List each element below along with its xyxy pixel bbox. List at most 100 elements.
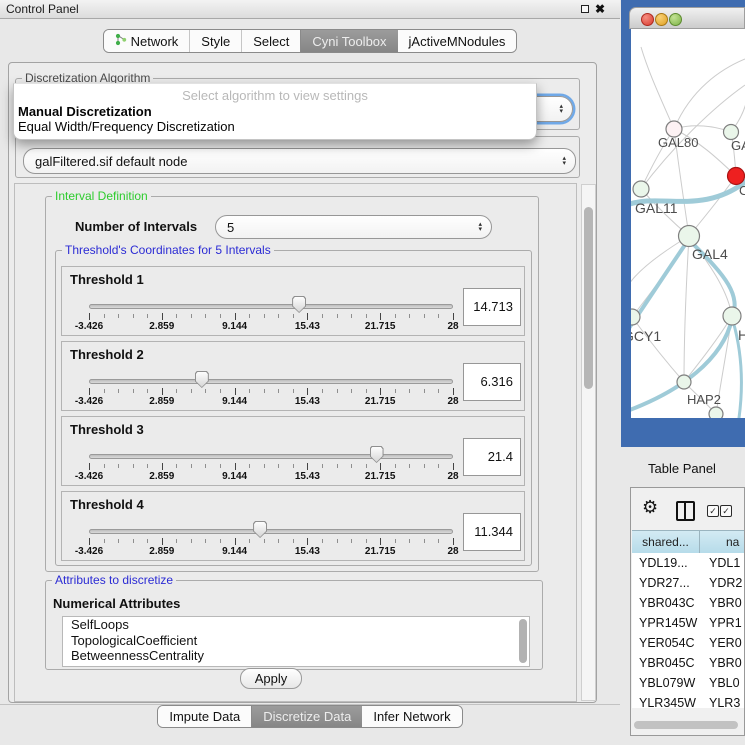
zoom-traffic-light-icon[interactable] (669, 13, 682, 26)
network-edge (631, 236, 689, 284)
slider-tick (249, 539, 250, 543)
slider-track[interactable] (89, 529, 453, 534)
network-node-hap2[interactable] (677, 375, 691, 389)
column-header-shared-name[interactable]: shared... (632, 531, 700, 554)
tab-jactivemnodules[interactable]: jActiveMNodules (398, 30, 517, 52)
table-row[interactable]: YDL19...YDL1 (632, 553, 744, 573)
threshold-slider-handle[interactable] (253, 521, 267, 538)
slider-track[interactable] (89, 454, 453, 459)
slider-tick (235, 388, 236, 395)
tab-select[interactable]: Select (241, 30, 300, 52)
table-data-group: Table Data galFiltered.sif default node … (15, 136, 580, 178)
slider-tick (89, 313, 90, 320)
numerical-attributes-label: Numerical Attributes (53, 596, 180, 611)
tab-discretize-data[interactable]: Discretize Data (251, 706, 362, 727)
slider-tick (322, 464, 323, 468)
slider-tick (424, 539, 425, 543)
cell-shared-name: YPR145W (632, 613, 700, 633)
threshold-slider-handle[interactable] (292, 296, 306, 313)
cell-shared-name: YBR043C (632, 593, 700, 613)
slider-tick (409, 539, 410, 543)
network-canvas[interactable]: GAL80GACGAL11GAL4GCY1HHAP2 (631, 29, 745, 418)
slider-tick (133, 539, 134, 543)
cell-shared-name: YDR27... (632, 573, 700, 593)
slider-tick (278, 464, 279, 468)
slider-tick (205, 464, 206, 468)
slider-track[interactable] (89, 304, 453, 309)
panel-scrollbar[interactable] (581, 184, 596, 701)
tab-network[interactable]: Network (104, 30, 190, 52)
numerical-attributes-list[interactable]: SelfLoopsTopologicalCoefficientBetweenne… (62, 616, 530, 667)
close-traffic-light-icon[interactable] (641, 13, 654, 26)
attribute-item[interactable]: TopologicalCoefficient (63, 633, 529, 649)
bottom-tab-group: Impute DataDiscretize DataInfer Network (157, 705, 462, 728)
slider-track[interactable] (89, 379, 453, 384)
threshold-slider-handle[interactable] (370, 446, 384, 463)
slider-tick (104, 464, 105, 468)
slider-tick (351, 314, 352, 318)
slider-tick (249, 314, 250, 318)
columns-icon[interactable] (676, 501, 695, 521)
list-scrollbar[interactable] (519, 619, 527, 663)
tab-label: Network (131, 34, 179, 49)
tab-cyni-toolbox[interactable]: Cyni Toolbox (300, 30, 397, 52)
slider-tick (104, 389, 105, 393)
network-window-titlebar[interactable] (629, 7, 745, 29)
slider-tick (395, 389, 396, 393)
table-row[interactable]: YDR27...YDR2 (632, 573, 744, 593)
dropdown-option-manual[interactable]: Manual Discretization (18, 104, 152, 119)
tab-impute-data[interactable]: Impute Data (158, 706, 251, 727)
network-node-c[interactable] (728, 168, 745, 185)
number-of-intervals-select[interactable]: 5 ▴▾ (215, 215, 492, 239)
slider-tick (337, 464, 338, 468)
slider-tick (264, 539, 265, 543)
threshold-value-field[interactable]: 11.344 (463, 513, 521, 551)
slider-tick (191, 314, 192, 318)
attribute-item[interactable]: SelfLoops (63, 617, 529, 633)
tab-infer-network[interactable]: Infer Network (362, 706, 461, 727)
network-node-h[interactable] (723, 307, 741, 325)
threshold-value-field[interactable]: 21.4 (463, 438, 521, 476)
checkbox-icon[interactable]: ✓ (707, 505, 719, 517)
table-data-select[interactable]: galFiltered.sif default node ▴▾ (23, 148, 576, 174)
network-node-gal11[interactable] (633, 181, 649, 197)
checkbox-icon[interactable]: ✓ (720, 505, 732, 517)
network-node[interactable] (709, 407, 723, 418)
slider-tick (409, 389, 410, 393)
table-row[interactable]: YBL079WYBL0 (632, 673, 744, 693)
threshold-value-field[interactable]: 14.713 (463, 288, 521, 326)
threshold-panel-3: Threshold 3-3.4262.8599.14415.4321.71528… (61, 416, 525, 486)
slider-tick (235, 538, 236, 545)
table-row[interactable]: YLR345WYLR3 (632, 693, 744, 708)
table-row[interactable]: YPR145WYPR1 (632, 613, 744, 633)
table-hscrollbar[interactable] (634, 721, 738, 729)
slider-tick (89, 538, 90, 545)
slider-tick (235, 313, 236, 320)
table-row[interactable]: YBR045CYBR0 (632, 653, 744, 673)
attribute-item[interactable]: BetweennessCentrality (63, 648, 529, 664)
tab-style[interactable]: Style (189, 30, 241, 52)
apply-button[interactable]: Apply (240, 668, 302, 689)
cell-name: YLR3 (700, 693, 740, 708)
table-row[interactable]: YER054CYER0 (632, 633, 744, 653)
column-header-name[interactable]: na (700, 531, 744, 554)
table-row[interactable]: YBR043CYBR0 (632, 593, 744, 613)
combo-arrows-icon: ▴▾ (478, 222, 482, 232)
slider-tick-label: 2.859 (149, 546, 174, 557)
dropdown-option-equal-width[interactable]: Equal Width/Frequency Discretization (18, 119, 235, 134)
slider-tick-label: 2.859 (149, 396, 174, 407)
minimize-traffic-light-icon[interactable] (655, 13, 668, 26)
slider-tick (162, 538, 163, 545)
network-node-gal4[interactable] (679, 226, 700, 247)
gear-icon[interactable]: ⚙ (642, 497, 658, 517)
panel-scrollbar-thumb[interactable] (584, 207, 593, 389)
slider-tick (104, 314, 105, 318)
table-body: YDL19...YDL1YDR27...YDR2YBR043CYBR0YPR14… (632, 553, 744, 708)
close-icon[interactable]: ✖ (595, 2, 605, 16)
threshold-value-field[interactable]: 6.316 (463, 363, 521, 401)
cell-name: YER0 (700, 633, 742, 653)
threshold-panel-1: Threshold 1-3.4262.8599.14415.4321.71528… (61, 266, 525, 336)
node-label: GAL4 (692, 246, 728, 262)
float-window-icon[interactable] (581, 5, 589, 13)
threshold-slider-handle[interactable] (195, 371, 209, 388)
